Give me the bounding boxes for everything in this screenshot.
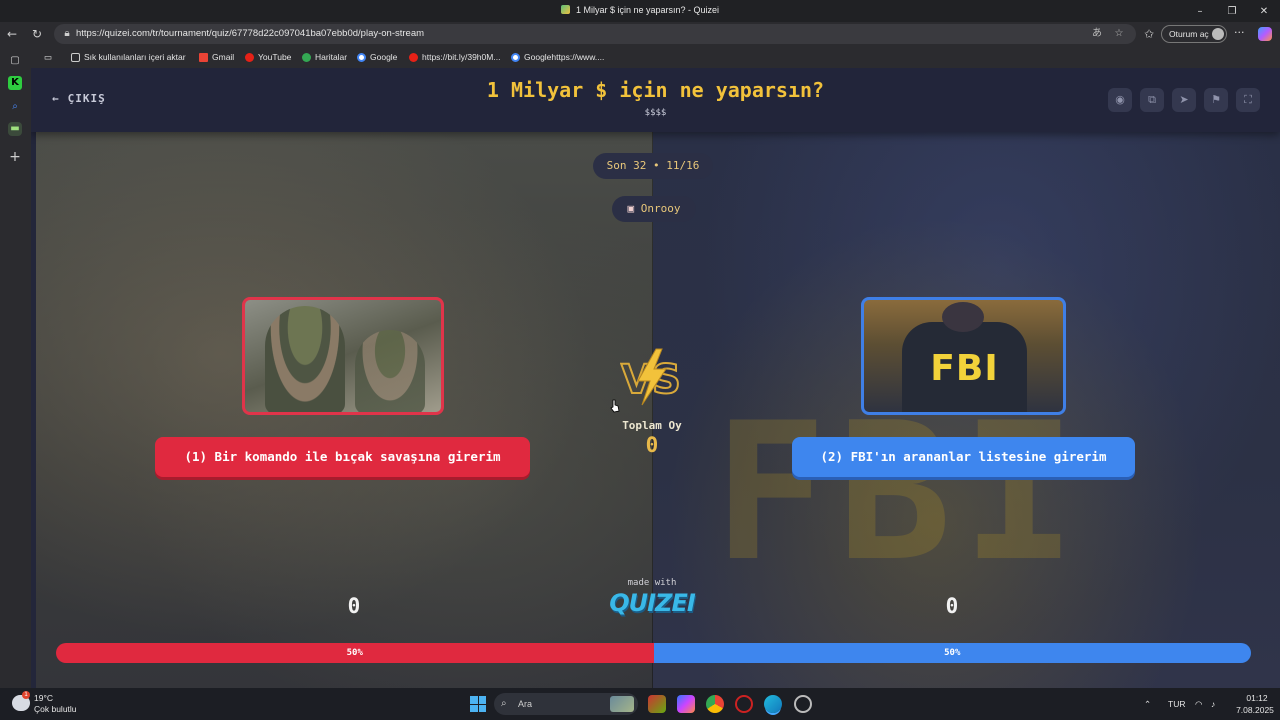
chrome-icon[interactable]	[706, 695, 724, 713]
windows-start-icon[interactable]	[470, 696, 486, 712]
restore-icon[interactable]: ❐	[1216, 0, 1248, 22]
google-icon	[357, 52, 366, 62]
user-card-icon: ▣	[627, 202, 635, 215]
bookmark-youtube[interactable]: YouTube	[245, 52, 291, 62]
total-votes-value: 0	[645, 433, 659, 457]
add-icon[interactable]: +	[8, 150, 22, 164]
copilot-icon[interactable]	[1258, 27, 1272, 41]
url-text[interactable]: https://quizei.com/tr/tournament/quiz/67…	[76, 28, 424, 39]
made-with-label: made with	[627, 578, 677, 588]
opera-icon[interactable]	[735, 695, 753, 713]
bookmark-maps[interactable]: Haritalar	[302, 52, 347, 62]
option-2-progress: 50%	[653, 643, 1251, 663]
back-arrow-icon[interactable]: ←	[4, 26, 20, 42]
wifi-icon[interactable]: ◠	[1195, 699, 1202, 710]
weather-temperature[interactable]: 19°C	[34, 693, 53, 703]
option-1-vote-count: 0	[347, 594, 361, 618]
close-icon[interactable]: ✕	[1248, 0, 1280, 22]
tabs-icon[interactable]: ▢	[8, 54, 22, 68]
avatar	[1212, 28, 1224, 40]
browser-sidebar: ▢ K ⌕ ▬ +	[0, 46, 31, 688]
quiz-subtitle: $$$$	[644, 108, 667, 118]
bookmark-gmail[interactable]: Gmail	[199, 52, 234, 62]
favorite-star-icon[interactable]: ☆	[1112, 27, 1126, 41]
quiz-title: 1 Milyar $ için ne yaparsın?	[486, 78, 825, 102]
fullscreen-icon[interactable]: ⛶	[1236, 88, 1260, 112]
site-info-icon[interactable]: 🔒︎	[60, 27, 74, 41]
bookmark-bitly[interactable]: https://bit.ly/39h0M...	[409, 52, 500, 62]
windows-taskbar: 1 19°C Çok bulutlu ⌕ Ara ⌃ TUR ◠ ♪ 01:12…	[0, 688, 1280, 720]
search-highlight-image	[610, 696, 634, 712]
steam-icon[interactable]	[794, 695, 812, 713]
taskbar-search[interactable]: ⌕ Ara	[494, 693, 638, 715]
store-app-icon[interactable]	[648, 695, 666, 713]
option-2-vote-count: 0	[945, 594, 959, 618]
vote-progress-bar: 50% 50%	[56, 643, 1251, 663]
clock-time[interactable]: 01:12	[1240, 693, 1274, 703]
quiz-header: ← ÇIKIŞ 1 Milyar $ için ne yaparsın? $$$…	[31, 68, 1280, 132]
option-1-progress: 50%	[56, 643, 654, 663]
agent-head	[942, 302, 984, 332]
quizei-favicon-icon	[560, 5, 570, 14]
total-votes-label: Toplam Oy	[622, 419, 682, 432]
language-indicator[interactable]: TUR	[1168, 699, 1185, 709]
bookmark-import[interactable]: Sık kullanılanları içeri aktar	[71, 52, 186, 62]
window-titlebar: 1 Milyar $ için ne yaparsın? - Quizei – …	[0, 0, 1280, 22]
fbi-agent-figure: FBI	[902, 322, 1027, 412]
window-title: 1 Milyar $ için ne yaparsın? - Quizei	[0, 5, 1280, 15]
copilot-app-icon[interactable]	[677, 695, 695, 713]
clock-date[interactable]: 7.08.2025	[1231, 705, 1279, 715]
fbi-label: FBI	[930, 348, 999, 389]
youtube-icon	[409, 52, 418, 62]
more-menu-icon[interactable]: ···	[1234, 26, 1245, 39]
soldier-figure	[355, 330, 425, 412]
flag-icon[interactable]: ⚑	[1204, 88, 1228, 112]
reload-icon[interactable]: ↻	[29, 26, 45, 42]
send-icon[interactable]: ➤	[1172, 88, 1196, 112]
option-1-button[interactable]: (1) Bir komando ile bıçak savaşına girer…	[155, 437, 530, 477]
kick-icon[interactable]: K	[8, 76, 22, 90]
profile-button[interactable]: Oturum aç	[1161, 25, 1227, 43]
bookmark-google-2[interactable]: Googlehttps://www....	[511, 52, 604, 62]
weather-badge: 1	[22, 691, 30, 699]
maps-icon	[302, 52, 311, 62]
favorites-icon[interactable]: ✩	[1141, 26, 1157, 42]
round-stage-badge: Son 32 • 11/16	[593, 153, 713, 179]
google-icon	[511, 52, 520, 62]
quizei-logo: QUIZEI	[609, 589, 696, 617]
option-1-image[interactable]	[242, 297, 444, 415]
tab-actions-icon[interactable]: ▭	[44, 52, 52, 63]
window-controls: – ❐ ✕	[1184, 0, 1280, 22]
quiz-page: FBI ← ÇIKIŞ 1 Milyar $ için ne yaparsın?…	[31, 68, 1280, 688]
search-icon: ⌕	[501, 698, 507, 709]
quizei-tab-icon[interactable]: ▬	[8, 122, 22, 136]
eye-icon[interactable]: ◉	[1108, 88, 1132, 112]
soldier-figure	[265, 306, 345, 412]
import-icon	[71, 52, 80, 62]
hand-cursor-icon	[610, 399, 620, 413]
search-icon[interactable]: ⌕	[8, 100, 22, 114]
streamer-badge: ▣ Onrooy	[612, 196, 696, 222]
address-toolbar: ← ↻ 🔒︎ https://quizei.com/tr/tournament/…	[0, 22, 1280, 46]
edge-icon[interactable]	[764, 695, 782, 713]
copy-icon[interactable]: ⧉	[1140, 88, 1164, 112]
gmail-icon	[199, 52, 208, 62]
volume-icon[interactable]: ♪	[1211, 699, 1215, 709]
youtube-icon	[245, 52, 254, 62]
weather-description[interactable]: Çok bulutlu	[34, 704, 77, 714]
bookmarks-bar: ▭ Sık kullanılanları içeri aktar Gmail Y…	[0, 46, 1280, 68]
chevron-up-icon[interactable]: ⌃	[1144, 699, 1151, 710]
vs-lightning-icon: VS	[620, 348, 682, 406]
bookmark-google[interactable]: Google	[357, 52, 397, 62]
address-bar[interactable]: 🔒︎ https://quizei.com/tr/tournament/quiz…	[54, 24, 1136, 44]
option-2-button[interactable]: (2) FBI'ın arananlar listesine girerim	[792, 437, 1135, 477]
read-aloud-icon[interactable]: あ	[1090, 27, 1104, 41]
minimize-icon[interactable]: –	[1184, 0, 1216, 22]
option-2-image[interactable]: FBI	[861, 297, 1066, 415]
